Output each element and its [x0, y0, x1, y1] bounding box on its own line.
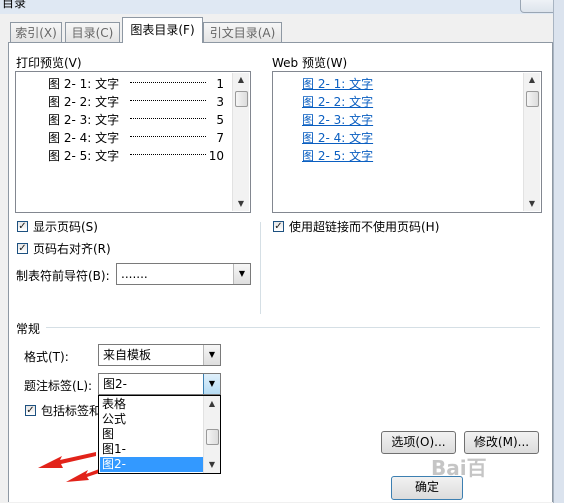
print-preview-row: 图 2- 5: 文字 10	[48, 147, 224, 165]
entry-page: 3	[216, 95, 224, 109]
tab-index[interactable]: 索引(X)	[10, 22, 62, 42]
chevron-down-icon[interactable]: ▼	[233, 264, 250, 284]
web-preview-link[interactable]: 图 2- 2: 文字	[302, 93, 373, 111]
scroll-up-icon[interactable]: ▲	[524, 73, 540, 87]
leader-dots	[130, 100, 206, 101]
caption-label-select[interactable]: 图2- ▼	[98, 373, 221, 395]
format-value: 来自模板	[103, 348, 152, 362]
general-section-label: 常规	[16, 322, 41, 336]
entry-page: 10	[208, 149, 224, 163]
column-divider	[260, 222, 261, 314]
include-label-label: 包括标签和	[41, 404, 102, 418]
print-preview-row: 图 2- 2: 文字 3	[48, 93, 224, 111]
entry-text: 图 2- 4: 文字	[48, 131, 120, 145]
tab-leader-select[interactable]: ....... ▼	[116, 263, 251, 285]
arrow-icon	[66, 468, 102, 482]
web-preview-link[interactable]: 图 2- 1: 文字	[302, 75, 373, 93]
web-preview-link[interactable]: 图 2- 5: 文字	[302, 147, 373, 165]
scroll-thumb[interactable]	[206, 429, 219, 445]
use-hyperlinks-checkbox[interactable]: ✓	[273, 221, 284, 232]
dropdown-item[interactable]: 图	[100, 427, 204, 442]
leader-dots	[130, 154, 206, 155]
print-preview-row: 图 2- 4: 文字 7	[48, 129, 224, 147]
caption-label-value: 图2-	[103, 377, 127, 391]
entry-text: 图 2- 5: 文字	[48, 149, 120, 163]
dropdown-item-selected[interactable]: 图2-	[100, 457, 204, 472]
tab-toc[interactable]: 目录(C)	[65, 22, 120, 42]
entry-page: 5	[216, 113, 224, 127]
show-page-numbers-label: 显示页码(S)	[33, 220, 98, 234]
scroll-down-icon[interactable]: ▼	[524, 197, 540, 211]
chevron-down-icon[interactable]: ▼	[203, 345, 220, 365]
entry-text: 图 2- 3: 文字	[48, 113, 120, 127]
tab-leader-label: 制表符前导符(B):	[16, 269, 110, 283]
caption-label-dropdown[interactable]: 表格 公式 图 图1- 图2- ▲ ▼	[98, 395, 221, 474]
scroll-thumb[interactable]	[235, 91, 248, 107]
dropdown-item[interactable]: 公式	[100, 412, 204, 427]
dropdown-item[interactable]: 表格	[100, 397, 204, 412]
window-frame	[553, 0, 564, 503]
modify-button[interactable]: 修改(M)...	[464, 431, 539, 454]
right-align-label: 页码右对齐(R)	[33, 242, 111, 256]
dialog-title: 目录	[2, 0, 27, 10]
print-preview-label: 打印预览(V)	[16, 56, 82, 70]
annotation-arrows	[38, 452, 102, 482]
leader-dots	[130, 82, 206, 83]
dropdown-scrollbar[interactable]: ▲ ▼	[203, 396, 220, 473]
caption-label-label: 题注标签(L):	[24, 379, 93, 393]
print-preview-row: 图 2- 1: 文字 1	[48, 75, 224, 93]
tab-leader-value: .......	[121, 267, 148, 281]
entry-text: 图 2- 2: 文字	[48, 95, 120, 109]
watermark: Bai百	[431, 456, 487, 480]
tab-table-of-authorities[interactable]: 引文目录(A)	[203, 22, 282, 42]
title-bar: 目录	[0, 0, 564, 14]
scroll-up-icon[interactable]: ▲	[204, 397, 220, 411]
right-align-checkbox[interactable]: ✓	[17, 243, 28, 254]
scroll-thumb[interactable]	[526, 91, 539, 107]
options-button[interactable]: 选项(O)...	[381, 431, 456, 454]
entry-page: 1	[216, 77, 224, 91]
section-divider	[46, 327, 540, 328]
web-preview-link[interactable]: 图 2- 3: 文字	[302, 111, 373, 129]
print-preview-row: 图 2- 3: 文字 5	[48, 111, 224, 129]
web-preview-scrollbar[interactable]: ▲ ▼	[523, 73, 540, 211]
scroll-up-icon[interactable]: ▲	[233, 73, 249, 87]
print-preview-box[interactable]: 图 2- 1: 文字 1 图 2- 2: 文字 3 图 2- 3: 文字 5 图…	[15, 71, 251, 213]
format-label: 格式(T):	[24, 350, 69, 364]
web-preview-label: Web 预览(W)	[272, 56, 348, 70]
scroll-down-icon[interactable]: ▼	[204, 458, 220, 472]
entry-page: 7	[216, 131, 224, 145]
use-hyperlinks-label: 使用超链接而不使用页码(H)	[289, 220, 440, 234]
entry-text: 图 2- 1: 文字	[48, 77, 120, 91]
web-preview-link[interactable]: 图 2- 4: 文字	[302, 129, 373, 147]
scroll-down-icon[interactable]: ▼	[233, 197, 249, 211]
show-page-numbers-checkbox[interactable]: ✓	[17, 221, 28, 232]
include-label-checkbox[interactable]: ✓	[25, 405, 36, 416]
leader-dots	[130, 136, 206, 137]
leader-dots	[130, 118, 206, 119]
arrow-icon	[38, 452, 96, 468]
print-preview-scrollbar[interactable]: ▲ ▼	[232, 73, 249, 211]
format-select[interactable]: 来自模板 ▼	[98, 344, 221, 366]
web-preview-box[interactable]: 图 2- 1: 文字 图 2- 2: 文字 图 2- 3: 文字 图 2- 4:…	[272, 71, 542, 213]
dropdown-item[interactable]: 图1-	[100, 442, 204, 457]
chevron-down-icon[interactable]: ▼	[203, 374, 220, 394]
tab-table-of-figures[interactable]: 图表目录(F)	[122, 17, 203, 43]
